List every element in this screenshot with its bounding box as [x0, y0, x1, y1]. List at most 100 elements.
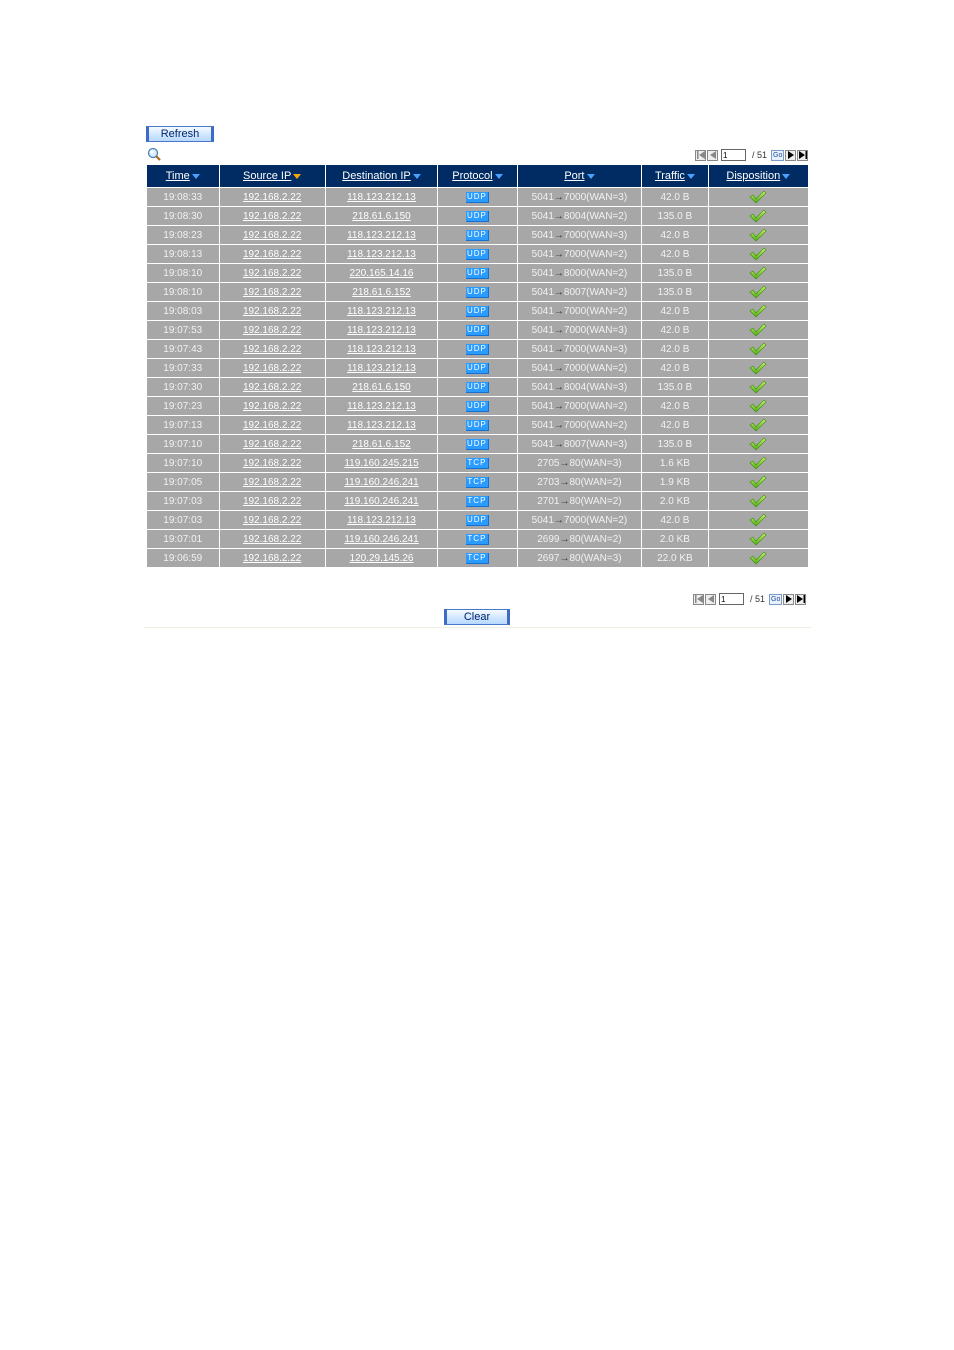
source-ip-link[interactable]: 192.168.2.22 [243, 458, 301, 469]
destination-port: 7000(WAN=3) [563, 229, 628, 241]
source-ip-link[interactable]: 192.168.2.22 [243, 534, 301, 545]
source-ip-link[interactable]: 192.168.2.22 [243, 230, 301, 241]
sort-down-icon[interactable] [293, 173, 302, 179]
column-label[interactable]: Port [564, 170, 584, 182]
destination-ip-link[interactable]: 118.123.212.13 [347, 401, 416, 412]
source-port: 5041 [531, 248, 554, 260]
source-ip-link[interactable]: 192.168.2.22 [243, 515, 301, 526]
go-button[interactable]: Go [771, 149, 785, 161]
destination-ip-link[interactable]: 118.123.212.13 [347, 230, 416, 241]
column-label[interactable]: Source IP [243, 170, 291, 182]
protocol-badge: UDP [465, 344, 489, 355]
time-cell: 19:07:10 [146, 453, 220, 473]
last-page-icon[interactable] [797, 149, 809, 161]
destination-ip-link[interactable]: 118.123.212.13 [347, 325, 416, 336]
last-page-icon[interactable] [795, 593, 807, 605]
destination-ip-link[interactable]: 218.61.6.152 [352, 439, 410, 450]
next-page-icon[interactable] [785, 149, 797, 161]
column-header-time[interactable]: Time [146, 164, 220, 188]
destination-ip-link[interactable]: 119.160.246.241 [344, 477, 418, 488]
column-header-disposition[interactable]: Disposition [707, 164, 810, 188]
source-ip-link[interactable]: 192.168.2.22 [243, 268, 301, 279]
arrow-right-icon: → [553, 343, 564, 355]
table-row: 19:08:13 192.168.2.22 118.123.212.13 UDP 504… [146, 244, 810, 264]
destination-ip-link[interactable]: 119.160.246.241 [344, 496, 418, 507]
column-header-traffic[interactable]: Traffic [641, 164, 709, 188]
protocol-cell: UDP [437, 320, 518, 340]
column-label[interactable]: Traffic [655, 170, 685, 182]
first-page-icon[interactable] [695, 149, 706, 161]
column-header-port[interactable]: Port [516, 164, 643, 188]
destination-ip-link[interactable]: 118.123.212.13 [347, 249, 416, 260]
prev-page-icon[interactable] [705, 593, 716, 605]
first-page-icon[interactable] [693, 593, 704, 605]
destination-ip-link[interactable]: 119.160.245.215 [344, 458, 418, 469]
column-label[interactable]: Disposition [726, 170, 780, 182]
destination-ip-link[interactable]: 118.123.212.13 [347, 306, 416, 317]
time-cell: 19:08:10 [146, 263, 220, 283]
destination-ip-link[interactable]: 218.61.6.152 [352, 287, 410, 298]
time-cell: 19:08:30 [146, 206, 220, 226]
source-ip-link[interactable]: 192.168.2.22 [243, 477, 301, 488]
source-ip-link[interactable]: 192.168.2.22 [243, 382, 301, 393]
destination-ip-link[interactable]: 218.61.6.150 [352, 382, 410, 393]
protocol-badge: UDP [465, 363, 489, 374]
page-number-input[interactable] [721, 149, 746, 161]
column-label[interactable]: Protocol [452, 170, 492, 182]
column-header-source-ip[interactable]: Source IP [218, 164, 326, 188]
port-cell: 5041→7000(WAN=2) [516, 301, 643, 321]
destination-ip-link[interactable]: 118.123.212.13 [347, 363, 416, 374]
disposition-cell [707, 301, 810, 321]
next-page-icon[interactable] [783, 593, 795, 605]
source-ip-link[interactable]: 192.168.2.22 [243, 306, 301, 317]
sort-down-icon[interactable] [782, 173, 791, 179]
clear-button[interactable]: Clear [444, 609, 510, 625]
source-ip-link[interactable]: 192.168.2.22 [243, 325, 301, 336]
source-ip-cell: 192.168.2.22 [218, 548, 326, 568]
destination-ip-link[interactable]: 220.165.14.16 [350, 268, 414, 279]
destination-ip-link[interactable]: 118.123.212.13 [347, 420, 416, 431]
page-number-input[interactable] [719, 593, 744, 605]
destination-ip-link[interactable]: 118.123.212.13 [347, 192, 416, 203]
destination-ip-link[interactable]: 120.29.145.26 [350, 553, 414, 564]
sort-down-icon[interactable] [686, 173, 695, 179]
source-ip-link[interactable]: 192.168.2.22 [243, 192, 301, 203]
magnifier-icon[interactable] [147, 147, 161, 161]
protocol-cell: UDP [437, 377, 518, 397]
protocol-badge: UDP [465, 325, 489, 336]
column-header-destination-ip[interactable]: Destination IP [324, 164, 439, 188]
destination-ip-link[interactable]: 119.160.246.241 [344, 534, 418, 545]
protocol-cell: UDP [437, 358, 518, 378]
source-ip-link[interactable]: 192.168.2.22 [243, 420, 301, 431]
source-ip-link[interactable]: 192.168.2.22 [243, 439, 301, 450]
sort-down-icon[interactable] [586, 173, 595, 179]
destination-port: 8007(WAN=2) [563, 286, 628, 298]
source-ip-link[interactable]: 192.168.2.22 [243, 363, 301, 374]
port-cell: 5041→8000(WAN=2) [516, 263, 643, 283]
sort-down-icon[interactable] [191, 173, 200, 179]
column-label[interactable]: Destination IP [342, 170, 410, 182]
go-button[interactable]: Go [769, 593, 783, 605]
source-ip-link[interactable]: 192.168.2.22 [243, 401, 301, 412]
source-ip-link[interactable]: 192.168.2.22 [243, 553, 301, 564]
table-row: 19:07:23 192.168.2.22 118.123.212.13 UDP 504… [146, 396, 810, 416]
source-ip-link[interactable]: 192.168.2.22 [243, 211, 301, 222]
source-ip-link[interactable]: 192.168.2.22 [243, 249, 301, 260]
column-header-protocol[interactable]: Protocol [437, 164, 518, 188]
source-ip-link[interactable]: 192.168.2.22 [243, 496, 301, 507]
refresh-button[interactable]: Refresh [146, 126, 214, 142]
source-ip-link[interactable]: 192.168.2.22 [243, 287, 301, 298]
sort-down-icon[interactable] [494, 173, 503, 179]
destination-ip-link[interactable]: 118.123.212.13 [347, 344, 416, 355]
time-cell: 19:07:10 [146, 434, 220, 454]
column-label[interactable]: Time [166, 170, 190, 182]
destination-ip-link[interactable]: 118.123.212.13 [347, 515, 416, 526]
table-row: 19:08:30 192.168.2.22 218.61.6.150 UDP 5041→… [146, 206, 810, 226]
destination-ip-link[interactable]: 218.61.6.150 [352, 211, 410, 222]
source-ip-link[interactable]: 192.168.2.22 [243, 344, 301, 355]
disposition-cell [707, 415, 810, 435]
sort-down-icon[interactable] [412, 173, 421, 179]
check-icon [749, 475, 767, 489]
traffic-cell: 42.0 B [641, 187, 709, 207]
prev-page-icon[interactable] [707, 149, 718, 161]
